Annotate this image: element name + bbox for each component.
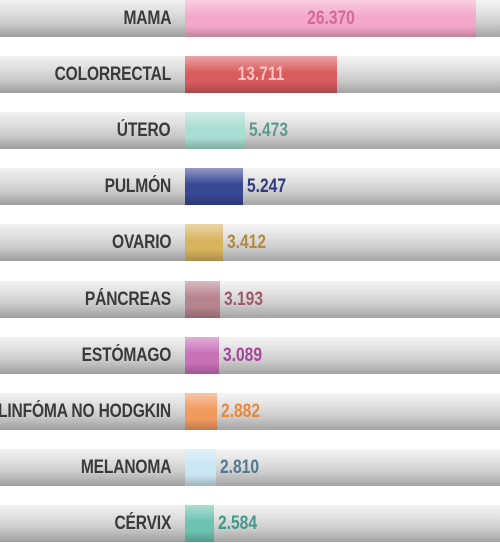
bar [185, 224, 223, 261]
bar [185, 168, 243, 205]
value-label: 3.193 [224, 289, 263, 310]
category-label-band: ESTÓMAGO [0, 337, 185, 374]
category-label: CÉRVIX [114, 513, 171, 534]
bar-row: OVARIO 3.412 [0, 224, 500, 261]
value-label: 26.370 [306, 8, 355, 29]
bar-row: LINFÓMA NO HODGKIN 2.882 [0, 393, 500, 430]
value-label: 3.412 [227, 232, 266, 253]
category-label: OVARIO [111, 232, 171, 253]
value-label: 3.089 [223, 345, 262, 366]
category-label-band: PÁNCREAS [0, 281, 185, 318]
bar [185, 281, 220, 318]
category-label: MAMA [123, 8, 171, 29]
category-label-band: COLORRECTAL [0, 56, 185, 93]
value-label: 5.247 [247, 176, 286, 197]
bar-row: ÚTERO 5.473 [0, 112, 500, 149]
category-label: PÁNCREAS [84, 289, 171, 310]
bar [185, 337, 219, 374]
bar-row: COLORRECTAL 13.711 [0, 56, 500, 93]
bar-chart: MAMA 26.370 COLORRECTAL 13.711 ÚTERO 5.473 PUL… [0, 0, 500, 543]
category-label-band: CÉRVIX [0, 505, 185, 542]
bar-row: MAMA 26.370 [0, 0, 500, 37]
category-label: COLORRECTAL [54, 64, 172, 85]
bar [185, 505, 214, 542]
value-label: 2.882 [221, 401, 260, 422]
category-label: ÚTERO [117, 120, 171, 141]
value-label: 5.473 [249, 120, 288, 141]
value-label: 2.584 [218, 513, 257, 534]
category-label-band: MELANOMA [0, 449, 185, 486]
category-label-band: OVARIO [0, 224, 185, 261]
bar-row: CÉRVIX 2.584 [0, 505, 500, 542]
bar [185, 393, 217, 430]
bar-row: ESTÓMAGO 3.089 [0, 337, 500, 374]
category-label: PULMÓN [104, 176, 171, 197]
category-label: LINFÓMA NO HODGKIN [0, 401, 171, 422]
category-label-band: ÚTERO [0, 112, 185, 149]
value-label: 13.711 [237, 64, 285, 85]
category-label-band: MAMA [0, 0, 185, 37]
category-label-band: PULMÓN [0, 168, 185, 205]
bar [185, 112, 245, 149]
bar-row: PÁNCREAS 3.193 [0, 281, 500, 318]
bar [185, 449, 216, 486]
category-label: MELANOMA [80, 457, 172, 478]
bar-row: PULMÓN 5.247 [0, 168, 500, 205]
value-label: 2.810 [220, 457, 259, 478]
category-label-band: LINFÓMA NO HODGKIN [0, 393, 185, 430]
bar-row: MELANOMA 2.810 [0, 449, 500, 486]
category-label: ESTÓMAGO [81, 345, 171, 366]
